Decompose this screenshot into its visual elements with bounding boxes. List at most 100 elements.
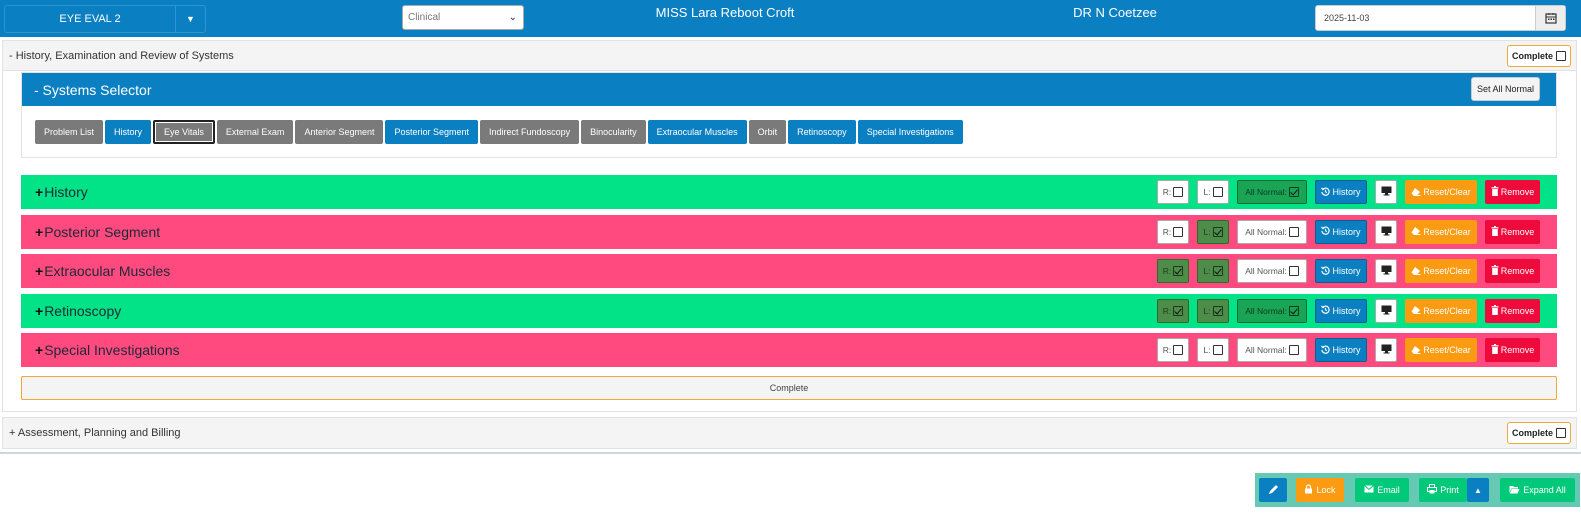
right-eye-toggle[interactable]: R: — [1157, 180, 1189, 204]
encounter-type-select[interactable]: Clinical ⌄ — [402, 5, 524, 30]
left-eye-toggle[interactable]: L: — [1197, 180, 1229, 204]
system-row-title[interactable]: +Extraocular Muscles — [21, 263, 1157, 279]
all-normal-toggle[interactable]: All Normal: — [1237, 298, 1307, 323]
system-row-label[interactable]: Extraocular Muscles — [44, 263, 170, 279]
all-normal-toggle-checkbox[interactable] — [1288, 226, 1299, 237]
system-row-label[interactable]: History — [44, 184, 88, 200]
left-eye-toggle-checkbox[interactable] — [1212, 266, 1223, 276]
all-normal-toggle[interactable]: All Normal: — [1237, 259, 1307, 283]
remove-button[interactable]: Remove — [1485, 338, 1540, 362]
history-button[interactable]: History — [1315, 219, 1367, 244]
system-button-problem-list[interactable]: Problem List — [35, 120, 104, 144]
all-normal-toggle[interactable]: All Normal: — [1237, 180, 1307, 204]
expand-toggle-icon[interactable]: + — [35, 263, 43, 279]
left-eye-toggle-checkbox[interactable] — [1212, 305, 1223, 316]
section-header[interactable]: - History, Examination and Review of Sys… — [3, 41, 1576, 71]
all-normal-toggle-checkbox[interactable] — [1288, 305, 1299, 316]
system-row-label[interactable]: Special Investigations — [44, 342, 179, 358]
system-button-posterior-segment[interactable]: Posterior Segment — [385, 120, 479, 144]
all-normal-toggle-checkbox[interactable] — [1288, 187, 1299, 197]
system-button-extraocular-muscles[interactable]: Extraocular Muscles — [647, 120, 747, 144]
left-eye-toggle[interactable]: L: — [1197, 259, 1229, 283]
reset-clear-button[interactable]: Reset/Clear — [1405, 338, 1477, 362]
left-eye-toggle-checkbox[interactable] — [1212, 226, 1223, 237]
form-selector[interactable]: EYE EVAL 2 ▼ — [4, 5, 206, 33]
system-button-orbit[interactable]: Orbit — [748, 120, 787, 144]
display-button[interactable] — [1375, 259, 1397, 283]
remove-button[interactable]: Remove — [1485, 298, 1540, 323]
history-button[interactable]: History — [1315, 180, 1367, 204]
email-button[interactable]: Email — [1355, 478, 1409, 502]
systems-selector-header[interactable]: - Systems Selector Set All Normal — [22, 73, 1556, 106]
expand-toggle-icon[interactable]: + — [35, 184, 43, 200]
expand-all-button[interactable]: Expand All — [1500, 478, 1575, 502]
all-normal-toggle[interactable]: All Normal: — [1237, 219, 1307, 244]
section-title[interactable]: - History, Examination and Review of Sys… — [9, 50, 234, 62]
complete-button[interactable]: Complete — [21, 376, 1557, 400]
display-button[interactable] — [1375, 338, 1397, 362]
system-button-special-investigations[interactable]: Special Investigations — [857, 120, 963, 144]
left-eye-toggle-checkbox[interactable] — [1212, 187, 1223, 197]
caret-down-icon[interactable]: ▼ — [175, 6, 205, 32]
system-button-anterior-segment[interactable]: Anterior Segment — [295, 120, 384, 144]
assessment-section[interactable]: + Assessment, Planning and Billing Compl… — [2, 417, 1577, 449]
right-eye-toggle[interactable]: R: — [1157, 219, 1189, 244]
system-button-retinoscopy[interactable]: Retinoscopy — [788, 120, 856, 144]
history-button[interactable]: History — [1315, 259, 1367, 283]
system-button-indirect-fundoscopy[interactable]: Indirect Fundoscopy — [480, 120, 580, 144]
all-normal-toggle[interactable]: All Normal: — [1237, 338, 1307, 362]
reset-clear-button[interactable]: Reset/Clear — [1405, 298, 1477, 323]
display-button[interactable] — [1375, 180, 1397, 204]
system-row-title[interactable]: +History — [21, 184, 1157, 200]
print-button[interactable]: Print — [1419, 478, 1467, 502]
reset-clear-button[interactable]: Reset/Clear — [1405, 180, 1477, 204]
left-eye-toggle[interactable]: L: — [1197, 298, 1229, 323]
reset-clear-button[interactable]: Reset/Clear — [1405, 219, 1477, 244]
complete-checkbox[interactable] — [1556, 428, 1566, 438]
right-eye-toggle[interactable]: R: — [1157, 259, 1189, 283]
all-normal-toggle-checkbox[interactable] — [1288, 345, 1299, 355]
section-complete-toggle[interactable]: Complete — [1506, 422, 1571, 444]
reset-clear-button[interactable]: Reset/Clear — [1405, 259, 1477, 283]
expand-toggle-icon[interactable]: + — [35, 224, 43, 240]
calendar-icon[interactable] — [1535, 6, 1565, 30]
remove-button[interactable]: Remove — [1485, 180, 1540, 204]
left-eye-toggle-checkbox[interactable] — [1212, 345, 1223, 355]
system-row-label[interactable]: Posterior Segment — [44, 224, 160, 240]
system-button-external-exam[interactable]: External Exam — [216, 120, 294, 144]
left-eye-toggle[interactable]: L: — [1197, 219, 1229, 244]
display-button[interactable] — [1375, 298, 1397, 323]
expand-toggle-icon[interactable]: + — [35, 303, 43, 319]
all-normal-toggle-checkbox[interactable] — [1288, 266, 1299, 276]
right-eye-toggle-checkbox[interactable] — [1173, 226, 1184, 237]
section-complete-toggle[interactable]: Complete — [1506, 45, 1571, 67]
system-button-history[interactable]: History — [105, 120, 152, 144]
right-eye-toggle[interactable]: R: — [1157, 338, 1189, 362]
remove-button[interactable]: Remove — [1485, 219, 1540, 244]
system-button-eye-vitals[interactable]: Eye Vitals — [153, 120, 215, 144]
history-button[interactable]: History — [1315, 338, 1367, 362]
system-row-title[interactable]: +Posterior Segment — [21, 224, 1157, 240]
system-row-title[interactable]: +Special Investigations — [21, 342, 1157, 358]
right-eye-toggle-checkbox[interactable] — [1173, 187, 1184, 197]
system-button-binocularity[interactable]: Binocularity — [581, 120, 646, 144]
complete-checkbox[interactable] — [1556, 51, 1566, 61]
expand-toggle-icon[interactable]: + — [35, 342, 43, 358]
lock-button[interactable]: Lock — [1296, 478, 1344, 502]
right-eye-toggle-checkbox[interactable] — [1173, 305, 1184, 316]
set-all-normal-button[interactable]: Set All Normal — [1470, 77, 1540, 101]
section-title[interactable]: + Assessment, Planning and Billing — [9, 427, 181, 439]
right-eye-toggle-checkbox[interactable] — [1173, 345, 1184, 355]
date-value[interactable]: 2025-11-03 — [1316, 6, 1535, 30]
print-options-dropdown[interactable]: ▲ — [1467, 478, 1489, 502]
history-button[interactable]: History — [1315, 298, 1367, 323]
remove-button[interactable]: Remove — [1485, 259, 1540, 283]
left-eye-toggle[interactable]: L: — [1197, 338, 1229, 362]
system-row-label[interactable]: Retinoscopy — [44, 303, 121, 319]
date-field[interactable]: 2025-11-03 — [1315, 5, 1566, 31]
display-button[interactable] — [1375, 219, 1397, 244]
edit-button[interactable] — [1259, 478, 1287, 502]
right-eye-toggle[interactable]: R: — [1157, 298, 1189, 323]
system-row-title[interactable]: +Retinoscopy — [21, 303, 1157, 319]
right-eye-toggle-checkbox[interactable] — [1173, 266, 1184, 276]
